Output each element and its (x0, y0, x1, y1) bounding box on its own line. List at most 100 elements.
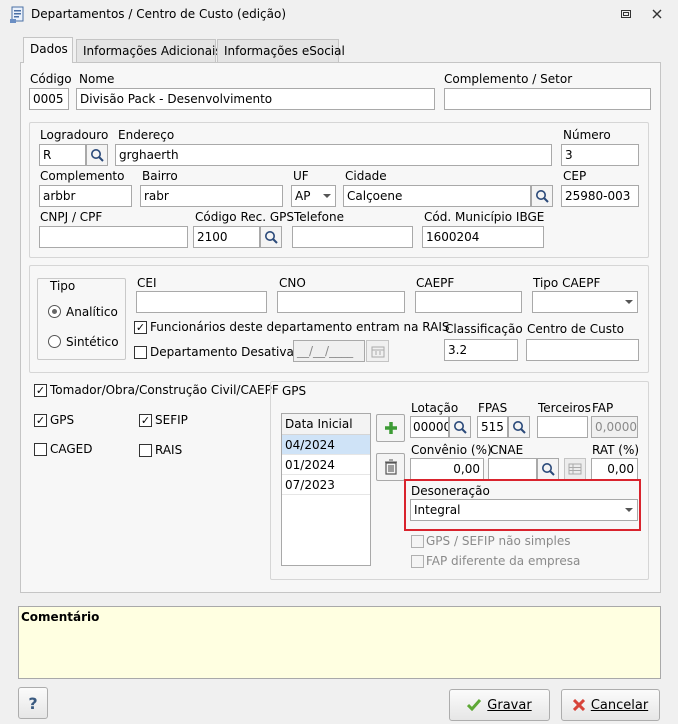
bairro-field[interactable]: rabr (140, 185, 283, 207)
rat-field[interactable]: 0,00 (591, 458, 638, 480)
list-item[interactable]: 04/2024 (282, 435, 370, 455)
close-icon[interactable] (651, 8, 663, 20)
desoneracao-label: Desoneração (411, 484, 490, 498)
fpas-field[interactable]: 515 (477, 416, 508, 438)
analitico-label: Analítico (66, 305, 118, 319)
comentario-area[interactable]: Comentário (18, 606, 661, 679)
fap-label: FAP (592, 401, 614, 415)
cnae-field[interactable] (488, 458, 537, 480)
uf-value: AP (295, 189, 311, 203)
endereco-field[interactable]: grghaerth (115, 144, 552, 166)
cancelar-label: Cancelar (590, 697, 649, 713)
search-icon (542, 463, 555, 476)
cidade-search-button[interactable] (531, 185, 553, 207)
complemento-setor-field[interactable] (444, 88, 651, 110)
classificacao-field[interactable]: 3.2 (444, 339, 518, 361)
fpas-search-button[interactable] (508, 416, 530, 438)
radio-sintetico[interactable] (48, 335, 61, 348)
tab-informacoes-adicionais[interactable]: Informações Adicionais (76, 39, 222, 63)
tipo-legend: Tipo (47, 279, 79, 293)
help-button[interactable]: ? (18, 687, 48, 719)
codigo-gps-field[interactable]: 2100 (193, 226, 260, 248)
cod-ibge-field[interactable]: 1600204 (422, 226, 544, 248)
tomador-checkbox[interactable]: ✓ (34, 384, 47, 397)
telefone-field[interactable] (292, 226, 413, 248)
caged-checkbox[interactable] (34, 443, 47, 456)
cnae-search-button[interactable] (537, 458, 559, 480)
desativado-label: Departamento Desativado (150, 345, 309, 359)
restore-icon[interactable] (620, 8, 632, 20)
lotacao-field[interactable]: 000003 (410, 416, 449, 438)
tipo-caepf-select[interactable] (532, 291, 638, 313)
cno-field[interactable] (277, 291, 405, 313)
search-icon (513, 421, 526, 434)
logradouro-search-button[interactable] (86, 144, 108, 166)
lotacao-label: Lotação (411, 401, 459, 415)
cnpj-field[interactable] (39, 226, 188, 248)
plus-icon (384, 422, 397, 434)
desoneracao-select[interactable]: Integral (410, 499, 638, 521)
rat-label: RAT (%) (592, 443, 640, 457)
list-item[interactable]: 01/2024 (282, 455, 370, 475)
add-gps-button[interactable] (376, 414, 405, 442)
caepf-label: CAEPF (416, 276, 455, 290)
complemento-field[interactable]: arbbr (39, 185, 132, 207)
lotacao-search-button[interactable] (449, 416, 471, 438)
codigo-field[interactable]: 0005 (29, 88, 69, 110)
fpas-label: FPAS (478, 401, 508, 415)
cno-label: CNO (279, 276, 306, 290)
trash-icon (384, 459, 397, 475)
tab-informacoes-esocial[interactable]: Informações eSocial (217, 39, 345, 63)
cancelar-button[interactable]: Cancelar (561, 689, 660, 721)
cei-field[interactable] (136, 291, 267, 313)
comentario-label: Comentário (21, 610, 100, 624)
complemento-label: Complemento (40, 169, 125, 183)
nome-field[interactable]: Divisão Pack - Desenvolvimento (76, 88, 435, 110)
centro-custo-field[interactable] (526, 339, 639, 361)
gps-checkbox-label: GPS (50, 413, 75, 427)
gps-sefip-checkbox (411, 535, 424, 548)
help-label: ? (28, 693, 38, 713)
chevron-down-icon (323, 194, 331, 198)
cidade-field[interactable]: Calçoene (343, 185, 531, 207)
gps-checkbox[interactable]: ✓ (34, 414, 47, 427)
fap-dif-label: FAP diferente da empresa (426, 554, 581, 568)
numero-field[interactable]: 3 (561, 144, 639, 166)
calendar-icon (371, 346, 384, 357)
cei-label: CEI (137, 276, 157, 290)
sefip-checkbox[interactable]: ✓ (139, 414, 152, 427)
list-item[interactable]: 07/2023 (282, 475, 370, 495)
rais-checkbox[interactable]: ✓ (134, 321, 147, 334)
logradouro-field[interactable]: R (39, 144, 86, 166)
delete-gps-button[interactable] (376, 453, 405, 481)
desativado-checkbox[interactable] (134, 346, 147, 359)
convenio-field[interactable]: 0,00 (410, 458, 484, 480)
title-bar: Departamentos / Centro de Custo (edição) (0, 0, 678, 30)
uf-select[interactable]: AP (291, 185, 336, 207)
convenio-label: Convênio (%) (411, 443, 492, 457)
gravar-button[interactable]: Gravar (449, 689, 550, 721)
data-inicial-list[interactable]: Data Inicial 04/2024 01/2024 07/2023 (281, 413, 371, 566)
desoneracao-value: Integral (414, 503, 461, 517)
rais-left-checkbox-label: RAIS (155, 443, 183, 457)
codigo-gps-search-button[interactable] (260, 226, 282, 248)
window-title: Departamentos / Centro de Custo (edição) (31, 7, 287, 21)
radio-analitico[interactable] (48, 305, 61, 318)
uf-label: UF (293, 169, 309, 183)
terceiros-field[interactable] (537, 416, 588, 438)
grid-icon (568, 463, 582, 475)
sintetico-label: Sintético (66, 335, 119, 349)
nome-label: Nome (79, 72, 115, 86)
complemento-setor-label: Complemento / Setor (444, 72, 573, 86)
chevron-down-icon (625, 508, 633, 512)
gps-legend: GPS (282, 384, 307, 398)
cep-field[interactable]: 25980-003 (561, 185, 639, 207)
rais-left-checkbox[interactable] (139, 444, 152, 457)
cnpj-label: CNPJ / CPF (40, 210, 103, 224)
search-icon (91, 149, 104, 162)
tab-dados[interactable]: Dados (23, 37, 73, 63)
cnae-list-button (564, 458, 586, 480)
checkmark-icon (467, 699, 482, 711)
caepf-field[interactable] (415, 291, 522, 313)
sefip-checkbox-label: SEFIP (155, 413, 188, 427)
